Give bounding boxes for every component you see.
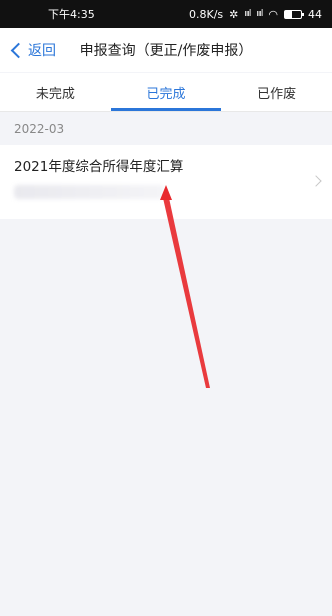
signal-icon: ıııl xyxy=(244,9,251,19)
back-label: 返回 xyxy=(28,43,56,59)
battery-percent: 44 xyxy=(308,7,322,21)
signal-2-icon: ıııl xyxy=(256,9,263,19)
tab-bar: 未完成 已完成 已作废 xyxy=(0,73,332,112)
tab-voided[interactable]: 已作废 xyxy=(221,73,332,111)
back-button[interactable]: 返回 xyxy=(10,40,56,60)
arrow-shaft xyxy=(163,198,210,388)
tab-incomplete[interactable]: 未完成 xyxy=(0,73,111,111)
sync-icon: ✲ xyxy=(229,7,239,21)
status-bar: 下午4:35 0.8K/s ✲ ıııl ıııl ◠ 44 xyxy=(0,0,332,28)
record-title: 2021年度综合所得年度汇算 xyxy=(14,159,184,175)
network-speed: 0.8K/s xyxy=(188,7,224,21)
list-item[interactable]: 2021年度综合所得年度汇算 xyxy=(0,145,332,219)
status-icons: 0.8K/s ✲ ıııl ıııl ◠ 44 xyxy=(189,8,322,21)
status-time: 下午4:35 xyxy=(48,8,95,21)
chevron-right-icon xyxy=(310,175,322,187)
blurred-subtitle xyxy=(14,185,164,199)
battery-icon xyxy=(284,9,304,19)
chevron-left-icon xyxy=(10,42,27,58)
group-date: 2022-03 xyxy=(14,121,65,136)
navbar: 返回 申报查询（更正/作废申报） xyxy=(0,28,332,72)
wifi-icon: ◠ xyxy=(268,7,278,21)
tab-completed[interactable]: 已完成 xyxy=(110,73,222,111)
